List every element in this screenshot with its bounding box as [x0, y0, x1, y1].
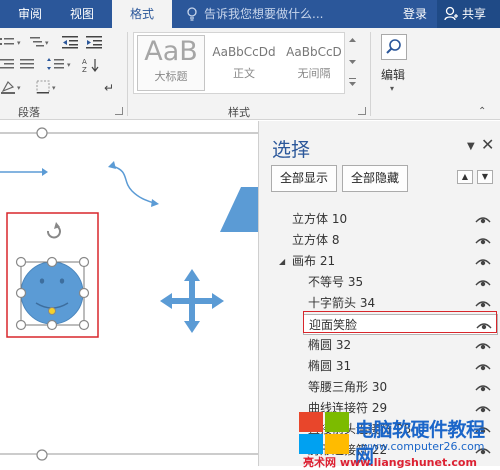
watermark: 电脑软硬件教程网 www.computer26.com 亮术网 www.lian… — [299, 410, 500, 469]
svg-text:▾: ▾ — [17, 39, 21, 47]
watermark-url-2: 亮术网 www.liangshunet.com — [303, 456, 477, 469]
close-icon[interactable]: ✕ — [481, 135, 494, 154]
item-label: 画布 21 — [292, 254, 336, 268]
multilevel-list-icon[interactable]: ▾ — [30, 36, 54, 48]
justify-icon[interactable] — [20, 58, 42, 70]
style-name: 大标题 — [154, 70, 188, 83]
item-label: 立方体 8 — [292, 233, 340, 247]
increase-indent-icon[interactable] — [86, 35, 104, 49]
pane-options-icon[interactable]: ▼ — [467, 141, 475, 152]
item-label: 椭圆 31 — [308, 359, 352, 373]
style-name: 无间隔 — [297, 67, 331, 80]
item-label: 椭圆 32 — [308, 338, 352, 352]
eye-icon[interactable] — [475, 341, 491, 350]
align-right-icon[interactable] — [0, 58, 20, 70]
list-item[interactable]: 立方体 10 — [259, 209, 500, 230]
eye-icon[interactable] — [475, 383, 491, 392]
tab-format[interactable]: 格式 — [112, 0, 172, 28]
style-sample: AaBbCcDd — [212, 45, 276, 59]
windows-logo-icon — [299, 412, 349, 454]
editing-label[interactable]: 编辑 — [381, 66, 405, 83]
highlight-frame — [303, 311, 497, 333]
style-normal[interactable]: AaBbCcDd 正文 — [209, 35, 279, 91]
tab-review[interactable]: 审阅 — [8, 0, 52, 28]
svg-text:A: A — [82, 58, 87, 66]
share-label: 共享 — [462, 7, 487, 21]
login-link[interactable]: 登录 — [403, 0, 427, 28]
list-item[interactable]: 立方体 8 — [259, 230, 500, 251]
ribbon-tab-bar: 审阅 视图 格式 告诉我您想要做什么... 登录 共享 — [0, 0, 500, 28]
tell-me-box[interactable]: 告诉我您想要做什么... — [186, 0, 323, 28]
group-divider — [370, 32, 371, 116]
eye-icon[interactable] — [475, 257, 491, 266]
curved-connector[interactable] — [108, 161, 159, 207]
styles-group-label: 样式 — [228, 106, 250, 119]
eye-icon[interactable] — [475, 236, 491, 245]
svg-text:▾: ▾ — [52, 84, 56, 92]
item-label: 不等号 35 — [308, 275, 364, 289]
eye-icon[interactable] — [475, 215, 491, 224]
bring-forward-icon[interactable]: ▲ — [457, 170, 473, 184]
borders-icon[interactable]: ▾ — [36, 80, 62, 94]
isosceles-triangle[interactable] — [220, 187, 258, 232]
svg-text:▾: ▾ — [67, 61, 71, 69]
list-item[interactable]: 椭圆 32 — [259, 335, 500, 356]
eye-icon[interactable] — [475, 362, 491, 371]
document-area[interactable] — [0, 121, 258, 466]
svg-text:↵: ↵ — [104, 81, 114, 94]
style-name: 正文 — [233, 67, 255, 80]
list-item[interactable]: ◢ 画布 21 — [259, 251, 500, 272]
expand-triangle-icon[interactable]: ◢ — [279, 251, 285, 272]
styles-launcher[interactable] — [358, 107, 366, 115]
decrease-indent-icon[interactable] — [62, 35, 80, 49]
chevron-down-icon: ▾ — [390, 84, 395, 93]
lightbulb-icon — [187, 7, 197, 21]
find-button[interactable] — [381, 34, 407, 60]
drawing-canvas[interactable] — [0, 121, 258, 466]
search-icon — [386, 39, 401, 54]
item-label: 等腰三角形 30 — [308, 380, 388, 394]
list-item[interactable]: 不等号 35 — [259, 272, 500, 293]
eye-icon[interactable] — [475, 278, 491, 287]
svg-text:▾: ▾ — [45, 39, 49, 47]
cross-arrow-shape[interactable] — [160, 269, 224, 333]
rotate-handle-icon[interactable] — [47, 226, 61, 239]
style-sample: AaBbCcD — [286, 45, 342, 59]
svg-text:Z: Z — [82, 66, 87, 73]
gallery-scroll[interactable] — [344, 32, 359, 94]
svg-text:▾: ▾ — [17, 84, 21, 92]
gallery-arrows-icon — [349, 38, 356, 86]
adjust-handle[interactable] — [48, 307, 56, 315]
show-all-button[interactable]: 全部显示 — [271, 165, 337, 192]
paragraph-group-label: 段落 — [18, 106, 40, 119]
line-spacing-icon[interactable]: ▾ — [46, 57, 76, 71]
style-sample: AaB — [144, 36, 198, 67]
tell-me-placeholder: 告诉我您想要做什么... — [204, 7, 324, 21]
list-item[interactable]: 等腰三角形 30 — [259, 377, 500, 398]
style-title[interactable]: AaB 大标题 — [137, 35, 205, 91]
shading-icon[interactable]: ▾ — [0, 80, 26, 94]
watermark-url: www.computer26.com — [361, 440, 485, 453]
show-paragraph-marks-icon[interactable]: ↵ — [104, 80, 116, 94]
list-item[interactable]: 椭圆 31 — [259, 356, 500, 377]
pane-title: 选择 — [272, 139, 311, 161]
paragraph-launcher[interactable] — [115, 107, 123, 115]
item-label: 立方体 10 — [292, 212, 348, 226]
styles-gallery: AaB 大标题 AaBbCcDd 正文 AaBbCcD 无间隔 — [133, 32, 359, 94]
hide-all-button[interactable]: 全部隐藏 — [342, 165, 408, 192]
collapse-ribbon-icon[interactable]: ⌃ — [478, 106, 486, 117]
style-no-spacing[interactable]: AaBbCcD 无间隔 — [282, 35, 346, 91]
eye-icon[interactable] — [475, 299, 491, 308]
send-backward-icon[interactable]: ▼ — [477, 170, 493, 184]
share-button[interactable]: 共享 — [437, 0, 500, 28]
bullets-icon[interactable]: ▾ — [0, 36, 26, 48]
ribbon: ▾ ▾ ▾ AZ ▾ ▾ ↵ 段落 AaB 大标题 AaBbCcDd 正文 Aa… — [0, 28, 500, 120]
person-icon — [444, 6, 458, 21]
group-divider — [127, 32, 128, 116]
sort-icon[interactable]: AZ — [82, 57, 104, 73]
arrow-connector[interactable] — [0, 168, 48, 176]
tab-view[interactable]: 视图 — [60, 0, 104, 28]
